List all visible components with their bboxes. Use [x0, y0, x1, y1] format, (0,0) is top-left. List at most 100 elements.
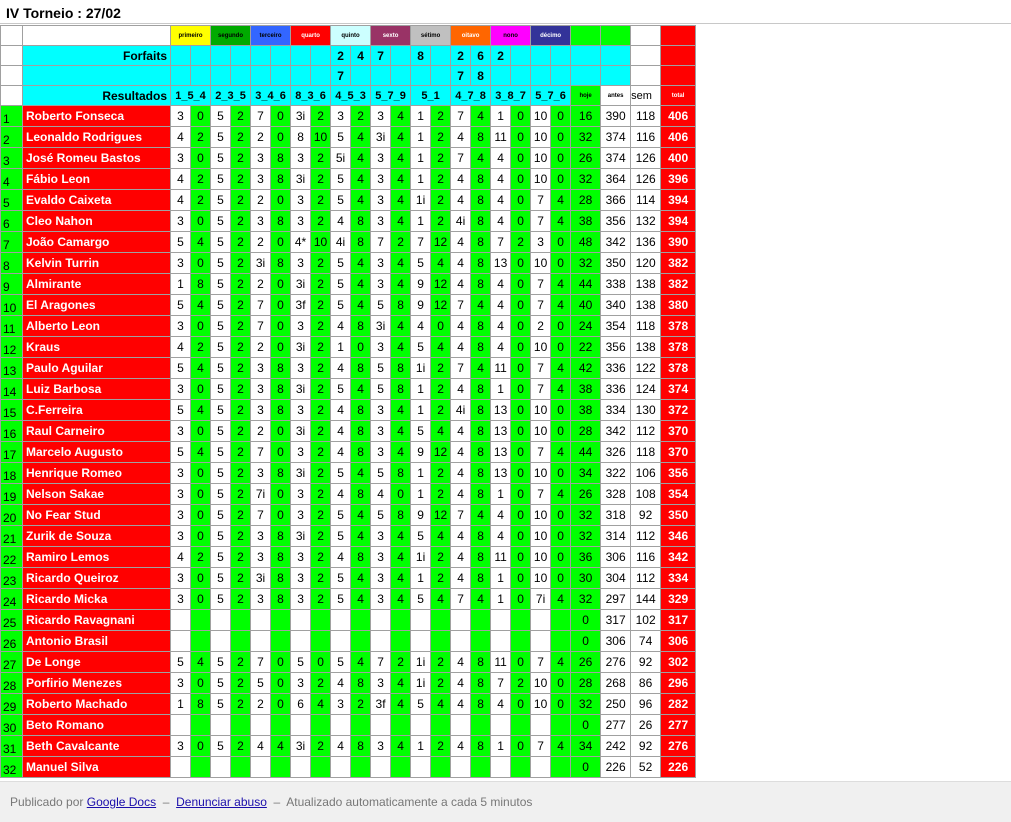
score-cell: 0: [550, 336, 572, 358]
score-cell: 8: [470, 378, 492, 400]
player-row: 11 Alberto Leon 3 0 5 2 7 0 3 2 4 8 3i 4 4 0 4 8 4 0 2 0 24 354…: [0, 315, 697, 337]
player-name: Alberto Leon: [22, 315, 171, 337]
score-cell: 3f: [290, 294, 312, 316]
score-cell: 2: [310, 378, 332, 400]
sem-cell: 126: [630, 168, 662, 190]
round-name-cell: sexto: [370, 25, 412, 46]
score-cell: [530, 714, 552, 736]
score-cell: 7: [370, 651, 392, 673]
score-cell: [490, 714, 512, 736]
rank-cell: 13: [0, 357, 23, 379]
score-cell: 4: [390, 441, 412, 463]
player-name: Beth Cavalcante: [22, 735, 171, 757]
score-cell: 10: [530, 168, 552, 190]
score-cell: 4: [490, 315, 512, 337]
score-cell: 8: [350, 210, 372, 232]
score-cell: 7: [410, 231, 432, 253]
score-cell: 4: [189, 399, 212, 421]
score-cell: 10: [530, 693, 552, 715]
round-pair-cell: 4_7_8: [450, 85, 492, 106]
score-cell: 4: [450, 168, 472, 190]
player-name: Ricardo Ravagnani: [22, 609, 171, 631]
summary-blank: [660, 45, 697, 66]
player-name: Leonaldo Rodrigues: [22, 126, 171, 148]
hoje-cell: 28: [570, 420, 602, 442]
score-cell: 10: [530, 126, 552, 148]
round-pair-cell: 4_5_3: [330, 85, 372, 106]
forfait-cell: 2: [450, 45, 472, 66]
player-row: 6 Cleo Nahon 3 0 5 2 3 8 3 2 4 8 3 4 1 2 4i 8 4 0 7 4 38 356 132…: [0, 210, 697, 232]
score-cell: 4: [450, 672, 472, 694]
page-title: IV Torneio : 27/02: [6, 5, 121, 21]
score-cell: 4: [470, 504, 492, 526]
score-cell: 4: [550, 588, 572, 610]
score-cell: 0: [270, 315, 292, 337]
score-cell: 8: [470, 315, 492, 337]
score-cell: [210, 756, 232, 778]
score-cell: 8: [270, 546, 292, 568]
score-cell: 7i: [530, 588, 552, 610]
score-cell: 0: [510, 525, 532, 547]
rank-cell: 12: [0, 336, 23, 358]
forfait-cell: [250, 45, 272, 66]
score-cell: 10: [530, 672, 552, 694]
score-cell: 1: [170, 693, 191, 715]
score-cell: 8: [350, 231, 372, 253]
player-name: Kraus: [22, 336, 171, 358]
score-cell: 4: [390, 315, 412, 337]
score-cell: 0: [510, 210, 532, 232]
sem-cell: 74: [630, 630, 662, 652]
score-cell: 2: [310, 357, 332, 379]
report-abuse-link[interactable]: Denunciar abuso: [176, 795, 267, 809]
sem-cell: 112: [630, 567, 662, 589]
forfait-cell: [270, 65, 292, 86]
player-name: Roberto Fonseca: [22, 105, 171, 127]
score-cell: 2: [230, 672, 252, 694]
hoje-cell: 32: [570, 693, 602, 715]
forfait-cell: [550, 45, 572, 66]
score-cell: 3: [290, 210, 312, 232]
score-cell: 2: [430, 189, 452, 211]
score-cell: 1: [490, 735, 512, 757]
summary-head-cell: [570, 25, 602, 46]
score-cell: 8: [270, 525, 292, 547]
score-cell: 4: [350, 588, 372, 610]
antes-cell: 318: [600, 504, 632, 526]
score-cell: 10: [530, 504, 552, 526]
score-cell: [450, 756, 472, 778]
rank-cell: 29: [0, 693, 23, 715]
score-cell: 4: [350, 294, 372, 316]
sem-cell: 116: [630, 546, 662, 568]
score-cell: 4: [470, 357, 492, 379]
score-cell: 4: [410, 315, 432, 337]
score-cell: 0: [189, 588, 212, 610]
score-cell: 0: [510, 315, 532, 337]
score-cell: 2: [310, 189, 332, 211]
score-cell: 4: [330, 420, 352, 442]
google-docs-link[interactable]: Google Docs: [87, 795, 156, 809]
score-cell: 7: [250, 504, 272, 526]
total-cell: 277: [660, 714, 697, 736]
player-row: 1 Roberto Fonseca 3 0 5 2 7 0 3i 2 3 2 3 4 1 2 7 4 1 0 10 0 16…: [0, 105, 697, 127]
score-cell: 4: [490, 294, 512, 316]
score-cell: 2: [230, 399, 252, 421]
total-cell: 406: [660, 126, 697, 148]
score-cell: 4: [470, 105, 492, 127]
score-cell: 2: [230, 252, 252, 274]
total-cell: 394: [660, 189, 697, 211]
score-cell: 4: [189, 441, 212, 463]
score-cell: 2: [310, 546, 332, 568]
score-cell: 5: [330, 294, 352, 316]
score-cell: 11: [490, 546, 512, 568]
score-cell: 4: [390, 147, 412, 169]
sem-cell: 116: [630, 126, 662, 148]
score-cell: [250, 609, 272, 631]
player-name: C.Ferreira: [22, 399, 171, 421]
score-cell: 8: [470, 651, 492, 673]
score-cell: 8: [270, 567, 292, 589]
player-name: Nelson Sakae: [22, 483, 171, 505]
total-cell: 346: [660, 525, 697, 547]
player-name: No Fear Stud: [22, 504, 171, 526]
score-cell: 1: [410, 735, 432, 757]
score-cell: 10: [530, 546, 552, 568]
